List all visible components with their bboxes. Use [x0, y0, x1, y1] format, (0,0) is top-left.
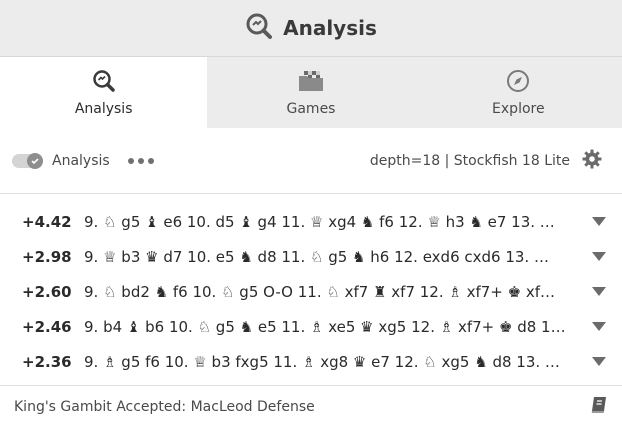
tab-bar: Analysis Games Explore	[0, 57, 622, 128]
compass-icon	[506, 69, 530, 93]
tab-explore[interactable]: Explore	[415, 57, 622, 128]
engine-lines: +4.42 9. ♘ g5 ♝ e6 10. d5 ♝ g4 11. ♕ xg4…	[0, 194, 622, 379]
opening-name: King's Gambit Accepted: MacLeod Defense	[14, 398, 315, 415]
gear-icon[interactable]	[582, 149, 602, 173]
engine-line[interactable]: +2.98 9. ♕ b3 ♛ d7 10. e5 ♞ d8 11. ♘ g5 …	[0, 239, 622, 274]
line-moves[interactable]: 9. ♘ bd2 ♞ f6 10. ♘ g5 O-O 11. ♘ xf7 ♜ x…	[84, 283, 574, 301]
chevron-down-icon[interactable]	[592, 287, 606, 297]
tab-label: Analysis	[74, 100, 133, 117]
chevron-down-icon[interactable]	[592, 322, 606, 332]
engine-line[interactable]: +2.60 9. ♘ bd2 ♞ f6 10. ♘ g5 O-O 11. ♘ x…	[0, 274, 622, 309]
panel-header: Analysis	[0, 0, 622, 57]
line-eval: +2.60	[22, 282, 72, 301]
analysis-toggle-label: Analysis	[52, 152, 110, 169]
tab-games[interactable]: Games	[207, 57, 414, 128]
panel-title: Analysis	[283, 16, 377, 40]
book-icon[interactable]	[590, 396, 608, 418]
engine-info: depth=18 | Stockfish 18 Lite	[369, 152, 570, 169]
magnifier-analysis-icon	[245, 12, 273, 44]
chevron-down-icon[interactable]	[592, 252, 606, 262]
chevron-down-icon[interactable]	[592, 357, 606, 367]
analysis-panel: Analysis Analysis Games Explore Analysis…	[0, 0, 622, 427]
line-moves[interactable]: 9. ♕ b3 ♛ d7 10. e5 ♞ d8 11. ♘ g5 ♞ h6 1…	[84, 248, 574, 266]
check-icon	[31, 157, 39, 164]
tab-label: Games	[286, 100, 336, 117]
opening-footer: King's Gambit Accepted: MacLeod Defense	[0, 385, 622, 427]
engine-line[interactable]: +2.36 9. ♗ g5 f6 10. ♕ b3 fxg5 11. ♗ xg8…	[0, 344, 622, 379]
more-dots-icon[interactable]	[127, 157, 154, 164]
line-moves[interactable]: 9. b4 ♝ b6 10. ♘ g5 ♞ e5 11. ♗ xe5 ♛ xg5…	[84, 318, 574, 336]
toggle-knob	[27, 152, 43, 169]
line-moves[interactable]: 9. ♘ g5 ♝ e6 10. d5 ♝ g4 11. ♕ xg4 ♞ f6 …	[84, 213, 574, 231]
line-eval: +2.98	[22, 247, 72, 266]
line-moves[interactable]: 9. ♗ g5 f6 10. ♕ b3 fxg5 11. ♗ xg8 ♛ e7 …	[84, 353, 574, 371]
engine-line[interactable]: +4.42 9. ♘ g5 ♝ e6 10. d5 ♝ g4 11. ♕ xg4…	[0, 204, 622, 239]
tab-label: Explore	[492, 100, 545, 117]
chevron-down-icon[interactable]	[592, 217, 606, 227]
line-eval: +2.46	[22, 317, 72, 336]
folder-chessboard-icon	[298, 69, 324, 93]
magnifier-analysis-icon	[92, 69, 116, 93]
line-eval: +4.42	[22, 212, 72, 231]
tab-analysis[interactable]: Analysis	[0, 57, 208, 128]
line-eval: +2.36	[22, 352, 72, 371]
engine-line[interactable]: +2.46 9. b4 ♝ b6 10. ♘ g5 ♞ e5 11. ♗ xe5…	[0, 309, 622, 344]
analysis-controls: Analysis depth=18 | Stockfish 18 Lite	[0, 128, 622, 194]
analysis-toggle[interactable]	[12, 152, 43, 169]
